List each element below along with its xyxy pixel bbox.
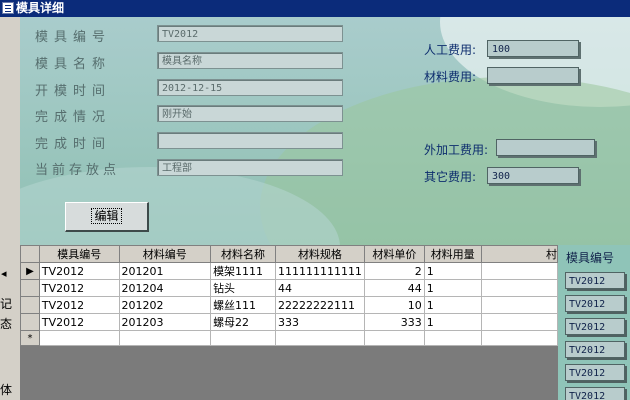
column-header[interactable]: 材料编号	[118, 245, 212, 263]
labor-cost-field[interactable]: 100	[487, 40, 579, 57]
row-selector-header[interactable]	[20, 245, 40, 263]
materials-datasheet: 模具编号 材料编号 材料名称 材料规格 材料单价 材料用量 村 ▶ TV2012…	[20, 245, 559, 400]
label-open-date: 开模时间	[35, 84, 112, 99]
cell[interactable]: 2	[363, 262, 425, 280]
row-selector[interactable]	[20, 313, 40, 331]
detail-form: 模具编号 模具名称 开模时间 完成情况 完成时间 当前存放点 TV2012 模具…	[20, 17, 630, 245]
label-outsource-cost: 外加工费用:	[424, 143, 489, 157]
column-header[interactable]: 模具编号	[38, 245, 120, 263]
cell[interactable]: TV2012	[38, 313, 120, 331]
cell[interactable]	[480, 262, 559, 280]
cell[interactable]: 10	[363, 296, 425, 314]
cell[interactable]: 111111111111	[274, 262, 365, 280]
cell[interactable]: 1	[423, 296, 482, 314]
label-other-cost: 其它费用:	[424, 170, 477, 184]
subform-mold-id-field[interactable]: TV2012	[565, 364, 625, 381]
cell[interactable]: 模架1111	[210, 262, 276, 280]
cell[interactable]	[480, 330, 559, 346]
cell[interactable]: 1	[423, 262, 482, 280]
cell[interactable]: 201204	[118, 279, 212, 297]
cell[interactable]: 201203	[118, 313, 212, 331]
cell[interactable]: 螺丝111	[210, 296, 276, 314]
cell[interactable]	[480, 313, 559, 331]
cell[interactable]: 44	[363, 279, 425, 297]
cell[interactable]: 22222222111	[274, 296, 365, 314]
open-date-field[interactable]: 2012-12-15	[157, 79, 343, 96]
subform-header: 模具编号	[566, 251, 615, 265]
cell[interactable]	[480, 296, 559, 314]
table-row[interactable]: TV2012 201204 钻头 44 44 1	[20, 279, 559, 297]
mold-id-field[interactable]: TV2012	[157, 25, 343, 42]
material-cost-field[interactable]	[487, 67, 579, 84]
other-cost-field[interactable]: 300	[487, 167, 579, 184]
cell[interactable]: TV2012	[38, 262, 120, 280]
cell[interactable]: 1	[423, 313, 482, 331]
cell[interactable]: 1	[423, 279, 482, 297]
outsource-cost-field[interactable]	[496, 139, 595, 156]
cell[interactable]: TV2012	[38, 279, 120, 297]
window-title: 模具详细	[16, 1, 65, 15]
cell[interactable]	[363, 330, 425, 346]
mold-name-field[interactable]: 模具名称	[157, 52, 343, 69]
label-material-cost: 材料费用:	[424, 70, 477, 84]
cell[interactable]	[210, 330, 276, 346]
form-icon	[2, 2, 14, 14]
new-record-marker[interactable]: *	[20, 330, 40, 346]
subform-mold-id-field[interactable]: TV2012	[565, 318, 625, 335]
label-mold-id: 模具编号	[35, 30, 112, 45]
row-selector[interactable]	[20, 279, 40, 297]
label-mold-name: 模具名称	[35, 57, 112, 72]
new-record-row[interactable]: *	[20, 330, 559, 346]
cell[interactable]	[118, 330, 212, 346]
label-status: 完成情况	[35, 110, 112, 125]
column-header[interactable]: 材料名称	[210, 245, 276, 263]
window-title-bar: 模具详细	[0, 0, 630, 17]
subform-mold-id-field[interactable]: TV2012	[565, 295, 625, 312]
subform-mold-id-field[interactable]: TV2012	[565, 387, 625, 400]
table-row[interactable]: TV2012 201203 螺母22 333 333 1	[20, 313, 559, 331]
column-header[interactable]: 村	[480, 245, 559, 263]
column-header[interactable]: 材料规格	[274, 245, 365, 263]
edit-button[interactable]: 编辑	[65, 202, 149, 232]
cell[interactable]	[274, 330, 365, 346]
column-header[interactable]: 材料单价	[363, 245, 425, 263]
column-header[interactable]: 材料用量	[423, 245, 482, 263]
cell[interactable]: 钻头	[210, 279, 276, 297]
strip-text-2: 态	[0, 317, 13, 331]
label-storage: 当前存放点	[35, 163, 121, 178]
cell[interactable]: 201201	[118, 262, 212, 280]
cell[interactable]: 201202	[118, 296, 212, 314]
finish-date-field[interactable]	[157, 132, 343, 149]
row-selector[interactable]: ▶	[20, 262, 40, 280]
strip-text-3: 体	[0, 383, 13, 397]
left-panel-strip: ◂ 记 态 体	[0, 17, 21, 400]
record-arrow-icon: ◂	[1, 267, 7, 280]
cell[interactable]	[423, 330, 482, 346]
cell[interactable]	[480, 279, 559, 297]
cell[interactable]: 44	[274, 279, 365, 297]
status-field[interactable]: 刚开始	[157, 105, 343, 122]
cell[interactable]: 螺母22	[210, 313, 276, 331]
strip-text-1: 记	[0, 297, 13, 311]
row-selector[interactable]	[20, 296, 40, 314]
subform-mold-id-field[interactable]: TV2012	[565, 272, 625, 289]
mold-id-subform: 模具编号 TV2012 TV2012 TV2012 TV2012 TV2012 …	[558, 245, 630, 400]
edit-button-label: 编辑	[91, 208, 122, 224]
subform-mold-id-field[interactable]: TV2012	[565, 341, 625, 358]
cell[interactable]: TV2012	[38, 296, 120, 314]
storage-field[interactable]: 工程部	[157, 159, 343, 176]
table-header-row: 模具编号 材料编号 材料名称 材料规格 材料单价 材料用量 村	[20, 245, 559, 263]
materials-table: 模具编号 材料编号 材料名称 材料规格 材料单价 材料用量 村 ▶ TV2012…	[20, 245, 559, 346]
label-finish-date: 完成时间	[35, 137, 112, 152]
cell[interactable]: 333	[274, 313, 365, 331]
table-row[interactable]: ▶ TV2012 201201 模架1111 111111111111 2 1	[20, 262, 559, 280]
label-labor-cost: 人工费用:	[424, 43, 477, 57]
cell[interactable]: 333	[363, 313, 425, 331]
table-row[interactable]: TV2012 201202 螺丝111 22222222111 10 1	[20, 296, 559, 314]
cell[interactable]	[38, 330, 120, 346]
